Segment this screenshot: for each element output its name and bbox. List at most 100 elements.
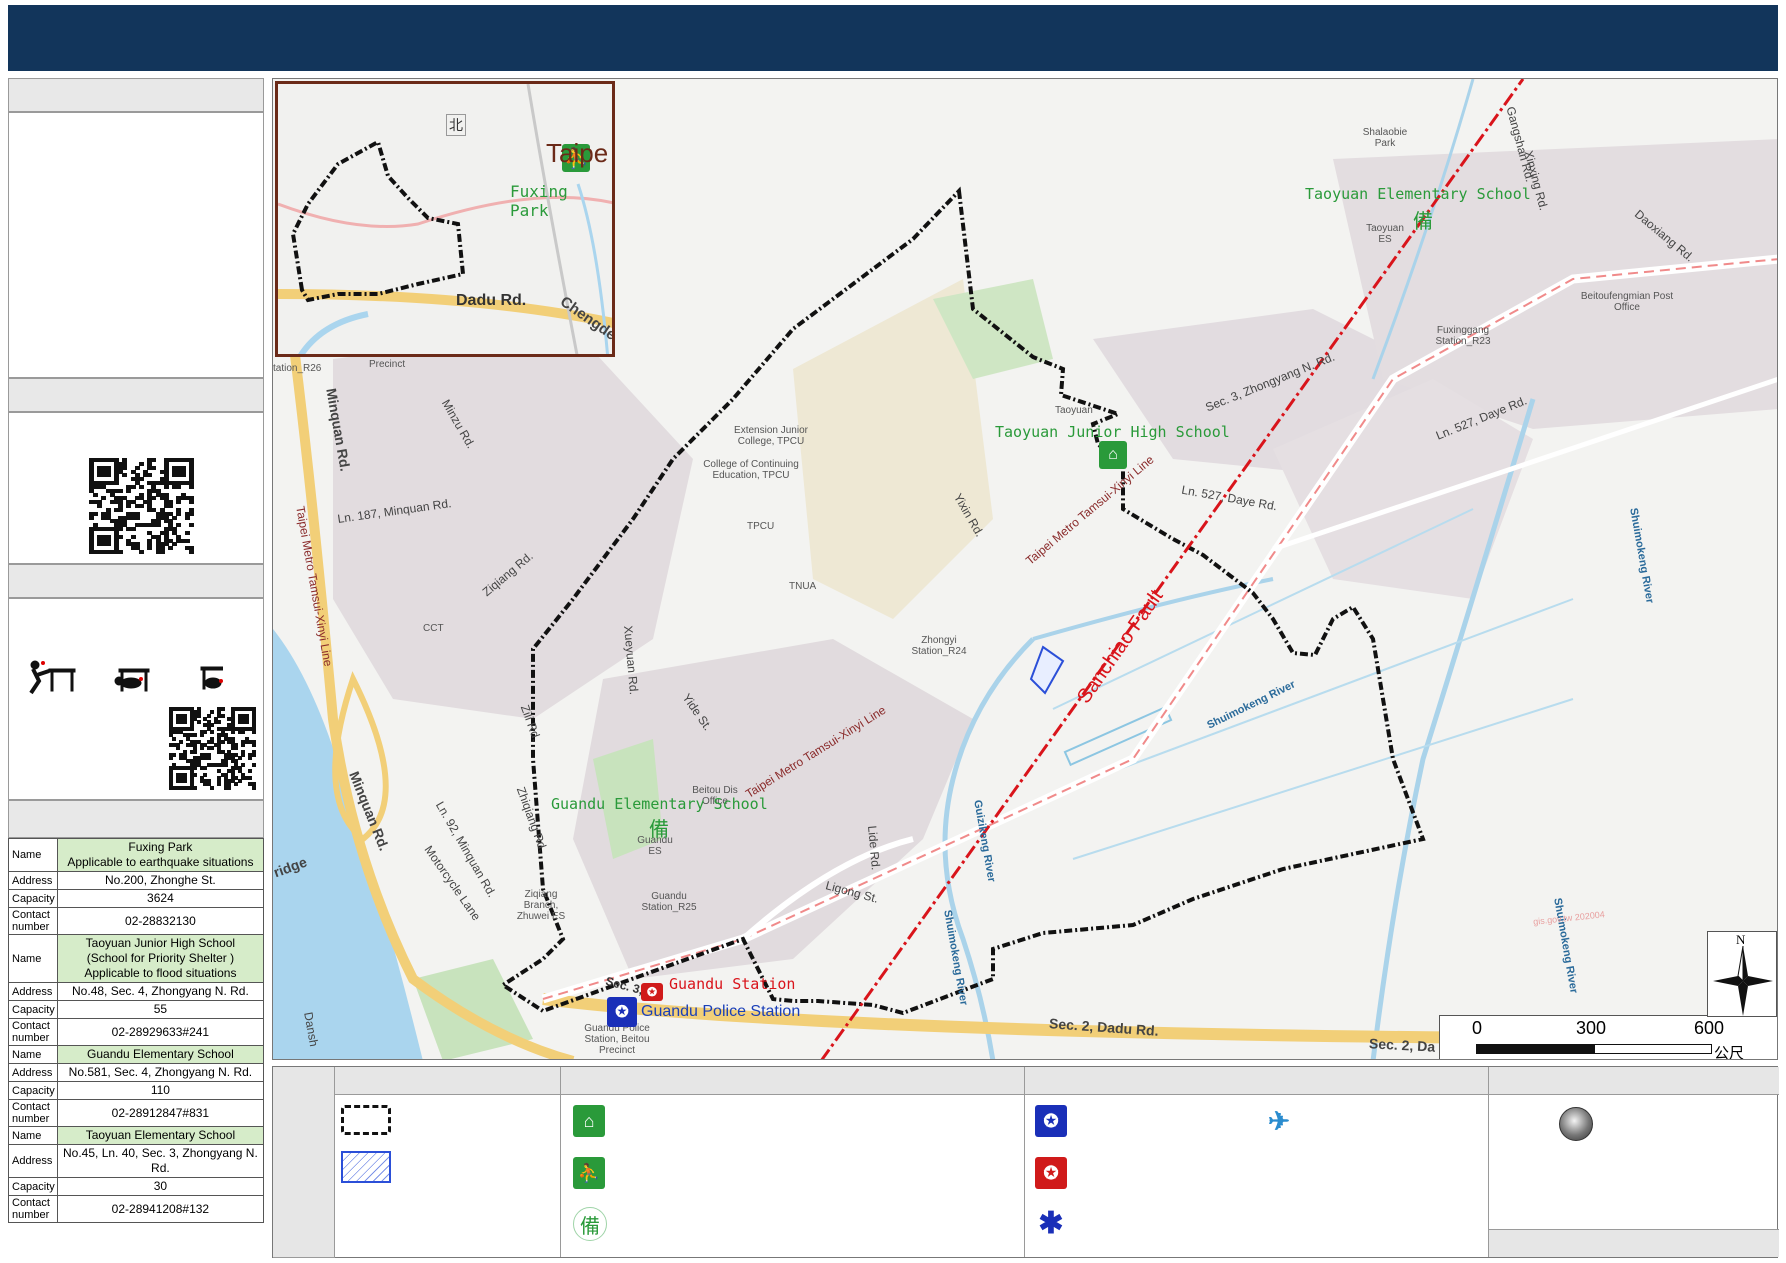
qr-module — [193, 766, 198, 771]
qr-code[interactable] — [89, 458, 194, 555]
qr-module — [122, 473, 128, 478]
qr-module — [193, 785, 198, 790]
scale-mid: 300 — [1576, 1018, 1607, 1038]
qr-module — [248, 775, 253, 780]
inset-taipei-label: Taipe — [546, 138, 609, 168]
scale-unit: 公尺 — [1714, 1045, 1745, 1060]
qr-module — [217, 782, 222, 787]
point-legend-icon — [1559, 1107, 1593, 1141]
shelter-row-contact: Contact number 02-28929633#241 — [8, 1018, 265, 1046]
shelter-row-contact: Contact number 02-28912847#831 — [8, 1099, 265, 1127]
shelter-field-value: No.45, Ln. 40, Sec. 3, Zhongyang N. Rd. — [56, 1144, 265, 1178]
qr-module — [179, 739, 184, 744]
qr-module — [159, 550, 165, 555]
shelter-field-value: No.48, Sec. 4, Zhongyang N. Rd. — [56, 982, 265, 1001]
shelter-field-label: Contact number — [8, 1099, 58, 1127]
qr-module — [241, 762, 246, 767]
shelter-field-label: Address — [8, 982, 58, 1001]
shelter-row-name: Name Taoyuan Elementary School — [8, 1126, 265, 1145]
earthquake-panel-body — [8, 598, 264, 800]
shelter-icon-taoyuan-es[interactable]: 備 — [1413, 205, 1433, 234]
qr-module — [118, 488, 124, 493]
qr-module — [176, 484, 182, 489]
shelter-row-name: Name Guandu Elementary School — [8, 1045, 265, 1064]
qr-module — [151, 465, 157, 470]
legend-header-shelter — [561, 1067, 1025, 1095]
inset-fuxing-park-label: Fuxing Park — [510, 182, 568, 220]
shelter-row-capacity: Capacity 30 — [8, 1177, 265, 1196]
shelter-field-label: Contact number — [8, 1195, 58, 1223]
shelter-panel-header — [8, 800, 264, 838]
qr-module — [224, 762, 229, 767]
qr-module — [126, 504, 132, 509]
qr-module — [210, 710, 215, 715]
park-shelter-legend-icon: ⛹ — [573, 1157, 605, 1189]
qr-panel-body — [8, 412, 264, 564]
qr-module — [169, 756, 173, 761]
qr-module — [237, 779, 242, 784]
poi-taoyuan: Taoyuan — [1055, 405, 1093, 416]
legend-footer — [1489, 1229, 1779, 1257]
shelter-field-label: Name — [8, 1045, 58, 1064]
shelter-field-label: Contact number — [8, 907, 58, 935]
qr-code-earthquake[interactable] — [169, 707, 256, 790]
shelter-field-label: Name — [8, 934, 58, 983]
qr-module — [203, 772, 208, 777]
shelter-row-capacity: Capacity 3624 — [8, 889, 265, 908]
label-guandu-police: Guandu Police Station — [641, 1003, 801, 1020]
shelter-field-label: Capacity — [8, 1000, 58, 1019]
qr-module — [199, 733, 204, 738]
shelter-label-guandu-es: Guandu Elementary School — [551, 795, 768, 813]
shelter-icon-guandu-es[interactable]: 備 — [649, 813, 669, 842]
compass-rose-icon — [1713, 946, 1773, 1016]
qr-module — [180, 473, 186, 478]
qr-module — [227, 785, 232, 790]
shelter-field-label: Address — [8, 871, 58, 890]
qr-module — [188, 484, 194, 489]
shelter-field-value: 55 — [56, 1000, 265, 1019]
qr-module — [251, 743, 256, 748]
shelter-icon-taoyuan-jhs[interactable]: ⌂ — [1099, 441, 1127, 469]
qr-module — [193, 749, 198, 754]
qr-module — [138, 484, 144, 489]
qr-module — [220, 707, 225, 711]
fire-legend-icon: ✪ — [1035, 1157, 1067, 1189]
shelter-field-value: 02-28912847#831 — [56, 1099, 265, 1127]
qr-module — [113, 481, 119, 486]
shelter-label-taoyuan-es: Taoyuan Elementary School — [1305, 185, 1531, 203]
legend-col-facilities: ✪ ✪ ✱ ✈ — [1025, 1095, 1489, 1257]
qr-panel-header — [8, 378, 264, 412]
qr-module — [234, 746, 239, 751]
scale-max: 600 — [1694, 1018, 1725, 1038]
flood-zone-legend-icon — [341, 1151, 391, 1183]
police-legend-icon: ✪ — [1035, 1105, 1067, 1137]
qr-module — [172, 736, 177, 741]
poi-fuxinggang: Fuxinggang Station_R23 — [1435, 325, 1491, 347]
shelter-field-label: Name — [8, 1126, 58, 1145]
shelter-building-legend-icon: ⌂ — [573, 1105, 605, 1137]
qr-module — [175, 746, 180, 751]
poi-continuing-ed: College of Continuing Education, TPCU — [703, 459, 799, 481]
shelter-field-value: 02-28941208#132 — [56, 1195, 265, 1223]
shelter-row-address: Address No.200, Zhonghe St. — [8, 871, 265, 890]
police-station-icon[interactable]: ✪ — [607, 997, 637, 1027]
fire-station-icon[interactable]: ✪ — [641, 983, 663, 1001]
qr-module — [251, 785, 256, 790]
qr-module — [188, 500, 194, 505]
hazard-map[interactable]: ⛹ 北 Taipe Fuxing Park Dadu Rd. Chengde M… — [272, 78, 1778, 1060]
header-bar — [8, 5, 1778, 71]
qr-module — [241, 729, 246, 734]
shelter-row-name: Name Fuxing Park Applicable to earthquake… — [8, 838, 265, 872]
qr-module — [244, 720, 249, 725]
scale-zero: 0 — [1472, 1018, 1483, 1038]
qr-module — [230, 729, 235, 734]
shelter-field-value: 3624 — [56, 889, 265, 908]
qr-module — [118, 507, 124, 512]
shelter-field-value: No.200, Zhonghe St. — [56, 871, 265, 890]
shelter-field-label: Contact number — [8, 1018, 58, 1046]
qr-module — [241, 743, 246, 748]
qr-module — [196, 713, 201, 718]
qr-module — [203, 766, 208, 771]
qr-module — [138, 550, 144, 555]
shelter-table: Name Fuxing Park Applicable to earthquake… — [8, 838, 265, 1223]
